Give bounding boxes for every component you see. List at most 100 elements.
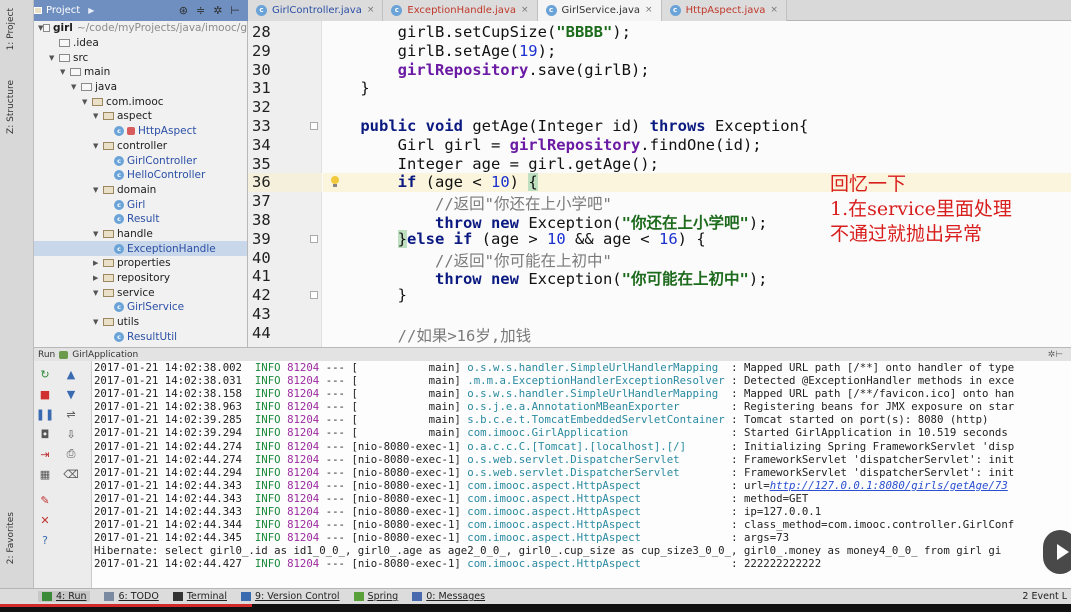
pause-icon[interactable]: ❚❚ <box>36 407 54 421</box>
exit-icon[interactable]: ⇥ <box>38 447 52 461</box>
tree-item[interactable]: ▼ handle <box>34 227 247 242</box>
sync-icon[interactable]: ⊛ <box>179 4 188 17</box>
dump-threads-icon[interactable]: ◘ <box>38 427 52 441</box>
gear-icon[interactable]: ✲ <box>213 4 222 17</box>
tree-item[interactable]: ▼ com.imooc <box>34 94 247 109</box>
log-logger: com.imooc.GirlApplication <box>467 426 725 440</box>
code-line[interactable]: throw new Exception("你还在上小学吧"); <box>323 211 768 232</box>
collapse-arrow-icon[interactable]: ▼ <box>93 289 103 297</box>
tree-item[interactable]: ▼ java <box>34 80 247 95</box>
settings-gear-icon[interactable]: ✲⊢ <box>1048 350 1071 360</box>
collapse-icon[interactable]: ≑ <box>196 4 205 17</box>
bottom-tool-9-version-control[interactable]: 9: Version Control <box>240 591 340 602</box>
tree-item[interactable]: ▶ properties <box>34 256 247 271</box>
tree-item[interactable]: c HelloController <box>34 168 247 183</box>
expand-arrow-icon[interactable]: ▶ <box>93 259 103 267</box>
tree-item[interactable]: ▼ main <box>34 65 247 80</box>
close-icon[interactable]: × <box>521 5 529 15</box>
expand-arrow-icon[interactable]: ▶ <box>93 274 103 282</box>
hide-icon[interactable]: ⊢ <box>230 4 240 17</box>
collapse-arrow-icon[interactable]: ▼ <box>49 54 59 62</box>
tree-item[interactable]: c HttpAspect <box>34 124 247 139</box>
close-icon[interactable]: × <box>367 5 375 15</box>
code-line[interactable]: throw new Exception("你可能在上初中"); <box>323 267 768 288</box>
clear-all-icon[interactable]: ⌫ <box>63 467 79 481</box>
lightbulb-icon[interactable] <box>330 176 339 188</box>
favorites-side-button[interactable]: 2: Favorites <box>6 512 16 564</box>
code-line[interactable]: girlB.setCupSize("BBBB"); <box>323 23 631 42</box>
scroll-to-end-icon[interactable]: ⇩ <box>64 427 78 441</box>
code-line[interactable]: girlB.setAge(19); <box>323 42 557 61</box>
tree-item[interactable]: ▼ src <box>34 50 247 65</box>
scroll-up-icon[interactable]: ▲ <box>64 367 78 381</box>
tree-item[interactable]: c Result <box>34 212 247 227</box>
bottom-tool-terminal[interactable]: Terminal <box>172 591 227 602</box>
video-play-button[interactable] <box>1043 530 1071 574</box>
bottom-tool-6-todo[interactable]: 6: TODO <box>104 591 159 602</box>
editor-tab[interactable]: c HttpAspect.java × <box>661 0 787 21</box>
tree-item[interactable]: .idea <box>34 36 247 51</box>
code-line[interactable]: public void getAge(Integer id) throws Ex… <box>323 117 808 136</box>
console-output[interactable]: 2017-01-21 14:02:38.002 INFO 81204 --- [… <box>92 361 1071 588</box>
code-line[interactable]: } <box>323 286 407 305</box>
tree-item[interactable]: c ResultUtil <box>34 329 247 344</box>
tree-item[interactable]: ▼ domain <box>34 183 247 198</box>
code-line[interactable]: //返回"你还在上小学吧" <box>323 192 612 213</box>
code-line[interactable]: Girl girl = girlRepository.findOne(id); <box>323 136 762 155</box>
tree-item[interactable]: c Girl <box>34 197 247 212</box>
pin-icon[interactable]: ✎ <box>38 493 52 507</box>
rerun-icon[interactable]: ↻ <box>38 367 52 381</box>
collapse-arrow-icon[interactable]: ▼ <box>93 230 103 238</box>
project-tool-tab[interactable]: Project ▶ ⊛ ≑ ✲ ⊢ <box>0 0 248 21</box>
event-log-button[interactable]: 2 Event L <box>1022 591 1071 602</box>
close-icon[interactable]: ✕ <box>38 513 52 527</box>
close-icon[interactable]: × <box>645 5 653 15</box>
restore-layout-icon[interactable]: ▦ <box>38 467 52 481</box>
stop-icon[interactable]: ■ <box>38 387 52 401</box>
editor-tab[interactable]: c GirlController.java × <box>248 0 384 21</box>
editor-tab[interactable]: c GirlService.java × <box>537 0 662 21</box>
fold-marker-icon[interactable] <box>310 291 318 300</box>
collapse-arrow-icon[interactable]: ▼ <box>93 186 103 194</box>
log-url-link[interactable]: http://127.0.0.1:8080/girls/getAge/73 <box>770 479 1008 492</box>
bottom-tool-4-run[interactable]: 4: Run <box>38 591 91 602</box>
collapse-arrow-icon[interactable]: ▼ <box>93 112 103 120</box>
run-config-name[interactable]: GirlApplication <box>72 350 138 360</box>
code-line[interactable]: Integer age = girl.getAge(); <box>323 155 659 174</box>
tree-item[interactable]: ▼ utils <box>34 315 247 330</box>
structure-side-button[interactable]: Z: Structure <box>6 80 16 134</box>
collapse-arrow-icon[interactable]: ▼ <box>82 98 92 106</box>
tree-item[interactable]: ▼ girl ~/code/myProjects/java/imooc/g <box>34 21 247 36</box>
code-token: public void <box>360 117 473 135</box>
code-line[interactable]: } <box>323 79 369 98</box>
soft-wrap-icon[interactable]: ⇌ <box>64 407 78 421</box>
fold-marker-icon[interactable] <box>310 234 318 243</box>
collapse-arrow-icon[interactable]: ▼ <box>60 68 70 76</box>
line-number: 31 <box>252 79 271 98</box>
tree-item[interactable]: c GirlController <box>34 153 247 168</box>
tree-item[interactable]: c ExceptionHandle <box>34 241 247 256</box>
code-line[interactable]: //如果>16岁,加钱 <box>323 324 532 345</box>
bottom-tool-0-messages[interactable]: 0: Messages <box>412 591 485 602</box>
collapse-arrow-icon[interactable]: ▼ <box>93 318 103 326</box>
project-side-button[interactable]: 1: Project <box>6 8 16 50</box>
code-line[interactable]: }else if (age > 10 && age < 16) { <box>323 229 706 249</box>
collapse-arrow-icon[interactable]: ▼ <box>93 142 103 150</box>
close-icon[interactable]: × <box>770 5 778 15</box>
tree-item[interactable]: c GirlService <box>34 300 247 315</box>
editor-tab[interactable]: c ExceptionHandle.java × <box>383 0 538 21</box>
video-progress-bar[interactable] <box>0 604 1071 612</box>
collapse-arrow-icon[interactable]: ▼ <box>71 83 81 91</box>
print-icon[interactable]: ⎙ <box>64 447 78 461</box>
code-line[interactable]: if (age < 10) { <box>323 173 538 192</box>
help-icon[interactable]: ? <box>38 533 52 547</box>
tree-item[interactable]: ▼ service <box>34 285 247 300</box>
code-line[interactable]: girlRepository.save(girlB); <box>323 61 650 80</box>
code-line[interactable]: //返回"你可能在上初中" <box>323 249 612 270</box>
scroll-down-icon[interactable]: ▼ <box>64 387 78 401</box>
tree-item[interactable]: ▼ aspect <box>34 109 247 124</box>
tree-item[interactable]: ▶ repository <box>34 271 247 286</box>
fold-marker-icon[interactable] <box>310 122 318 130</box>
bottom-tool-spring[interactable]: Spring <box>353 591 398 602</box>
tree-item[interactable]: ▼ controller <box>34 139 247 154</box>
